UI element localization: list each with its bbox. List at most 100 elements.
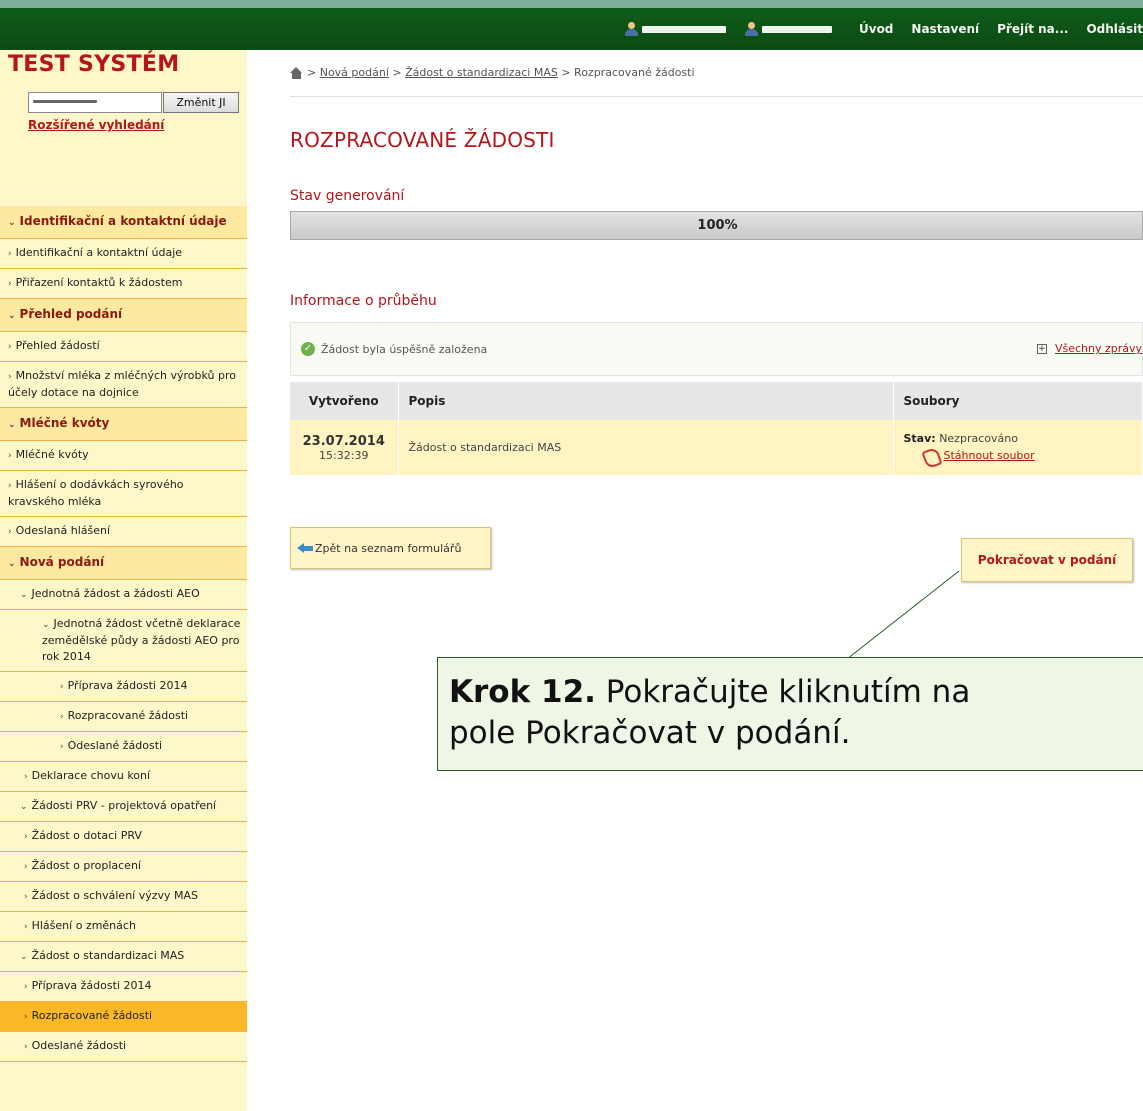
sidebar-item-label: Identifikační a kontaktní údaje [15,246,183,259]
breadcrumb-standardizace-mas[interactable]: Žádost o standardizaci MAS [405,66,558,79]
sidebar-item-label: Mléčné kvóty [15,448,89,461]
table-header-row: Vytvořeno Popis Soubory [290,382,1143,420]
chevron-right-icon: › [8,481,12,491]
sidebar-item[interactable]: › Přiřazení kontaktů k žádostem [0,269,247,299]
nav-odhlasit-link[interactable]: Odhlásit [1086,22,1143,36]
download-file[interactable]: Stáhnout soubor [904,448,1133,464]
sidebar-item-label: Rozpracované žádosti [67,709,189,722]
info-box: ✓ Žádost byla úspěšně založena + Všechny… [290,322,1143,376]
jid-input[interactable] [28,92,162,113]
progress-bar: 100% [290,211,1143,240]
sidebar-item[interactable]: › Mléčné kvóty [0,441,247,471]
nav-prejit-na-link[interactable]: Přejít na... [997,22,1068,36]
expand-plus-icon[interactable]: + [1036,343,1047,354]
download-file-link[interactable]: Stáhnout soubor [944,449,1035,462]
chevron-down-icon: ⌄ [8,420,16,430]
chevron-right-icon: › [8,279,12,289]
chevron-right-icon: › [24,1042,28,1052]
sidebar-item[interactable]: › Hlášení o změnách [0,912,247,942]
created-cell: 23.07.2014 15:32:39 [290,420,399,475]
sidebar-item[interactable]: ⌄ Jednotná žádost a žádosti AEO [0,580,247,610]
sidebar-item-label: Žádost o standardizaci MAS [31,949,185,962]
chevron-down-icon: ⌄ [8,311,16,321]
callout-step: Krok 12. [449,674,596,710]
sidebar-item-label: Odeslaná hlášení [15,524,111,537]
sidebar-item-label: Přehled žádostí [15,339,100,352]
advanced-search-link[interactable]: Rozšířené vyhledání [28,118,164,132]
table-row: 23.07.2014 15:32:39 Žádost o standardiza… [290,420,1143,475]
sidebar-item-label: Deklarace chovu koní [31,769,151,782]
sidebar-item[interactable]: ⌄ Žádost o standardizaci MAS [0,942,247,972]
chevron-right-icon: › [24,982,28,992]
info-message: Žádost byla úspěšně založena [321,343,488,356]
change-jid-button[interactable]: Změnit JI [163,92,239,113]
success-check-icon: ✓ [301,342,315,356]
callout-text-1: Pokračujte kliknutím na [605,674,971,710]
sidebar-item[interactable]: › Množství mléka z mléčných výrobků pro ú… [0,362,247,408]
chevron-right-icon: › [24,832,28,842]
files-cell: Stav: Nezpracováno Stáhnout soubor [893,420,1143,475]
sidebar-item-label: Odeslané žádosti [67,739,163,752]
progress-label: 100% [697,218,738,233]
arrow-left-icon [297,542,313,554]
sidebar-item[interactable]: › Hlášení o dodávkách syrového kravského … [0,471,247,517]
breadcrumb-separator: > [307,66,317,79]
chevron-down-icon: ⌄ [8,218,16,228]
progress-heading: Stav generování [290,188,405,204]
sidebar-item[interactable]: › Rozpracované žádosti [0,1002,247,1032]
chevron-down-icon: ⌄ [20,952,28,962]
breadcrumb-current: Rozpracované žádosti [574,66,695,79]
chevron-right-icon: › [60,682,64,692]
sidebar-item-label: Jednotná žádost a žádosti AEO [31,587,200,600]
all-messages-toggle[interactable]: + Všechny zprávy [1036,342,1142,355]
sidebar-item[interactable]: ⌄ Jednotná žádost včetně deklarace zemědě… [0,610,247,672]
breadcrumb-separator: > [392,66,402,79]
chevron-right-icon: › [24,772,28,782]
created-date: 23.07.2014 [302,433,385,449]
sidebar-item-label: Identifikační a kontaktní údaje [19,214,227,228]
status-label: Stav: [903,431,936,445]
sidebar-item-label: Příprava žádosti 2014 [67,679,188,692]
sidebar-item[interactable]: › Žádost o dotaci PRV [0,822,247,852]
created-time: 15:32:39 [319,448,369,462]
all-messages-link[interactable]: Všechny zprávy [1055,342,1142,355]
sidebar-item-label: Žádosti PRV - projektová opatření [31,799,217,812]
chevron-right-icon: › [8,342,12,352]
sidebar-item[interactable]: › Příprava žádosti 2014 [0,972,247,1002]
submissions-table: Vytvořeno Popis Soubory 23.07.2014 15:32… [290,382,1143,475]
instruction-callout: Krok 12. Pokračujte kliknutím na pole Po… [437,657,1143,771]
chevron-right-icon: › [24,862,28,872]
sidebar-item[interactable]: ⌄ Žádosti PRV - projektová opatření [0,792,247,822]
back-to-forms-button[interactable]: Zpět na seznam formulářů [290,527,491,569]
sidebar-item[interactable]: ⌄ Nová podání [0,547,247,580]
sidebar-item[interactable]: › Žádost o schválení výzvy MAS [0,882,247,912]
chevron-right-icon: › [24,922,28,932]
sidebar-item[interactable]: › Deklarace chovu koní [0,762,247,792]
sidebar-item[interactable]: › Odeslané žádosti [0,1032,247,1062]
sidebar-item[interactable]: › Žádost o proplacení [0,852,247,882]
sidebar-item[interactable]: › Rozpracované žádosti [0,702,247,732]
top-nav: Úvod Nastavení Přejít na... Odhlásit [624,8,1143,50]
sidebar-item[interactable]: ⌄ Přehled podání [0,299,247,332]
sidebar-item[interactable]: › Odeslaná hlášení [0,517,247,547]
sidebar-item[interactable]: › Identifikační a kontaktní údaje [0,239,247,269]
page-title: ROZPRACOVANÉ ŽÁDOSTI [290,128,555,152]
sidebar-item[interactable]: › Odeslané žádosti [0,732,247,762]
sidebar-item[interactable]: › Příprava žádosti 2014 [0,672,247,702]
sidebar-item[interactable]: › Přehled žádostí [0,332,247,362]
home-icon[interactable] [290,66,303,79]
nav-nastaveni-link[interactable]: Nastavení [911,22,979,36]
status-line: Stav: Nezpracováno [904,432,1133,445]
callout-line-1: Krok 12. Pokračujte kliknutím na [449,672,1143,713]
chevron-right-icon: › [24,892,28,902]
pdf-icon[interactable] [922,448,938,464]
nav-uvod-link[interactable]: Úvod [859,22,893,36]
col-soubory: Soubory [893,382,1143,420]
continue-submission-button[interactable]: Pokračovat v podání [961,538,1133,582]
sidebar-item-label: Příprava žádosti 2014 [31,979,152,992]
back-to-forms-label: Zpět na seznam formulářů [315,541,462,555]
sidebar-item[interactable]: ⌄ Mléčné kvóty [0,408,247,441]
breadcrumb-nova-podani[interactable]: Nová podání [320,66,389,79]
sidebar-item[interactable]: ⌄ Identifikační a kontaktní údaje [0,206,247,239]
sidebar-item-label: Odeslané žádosti [31,1039,127,1052]
